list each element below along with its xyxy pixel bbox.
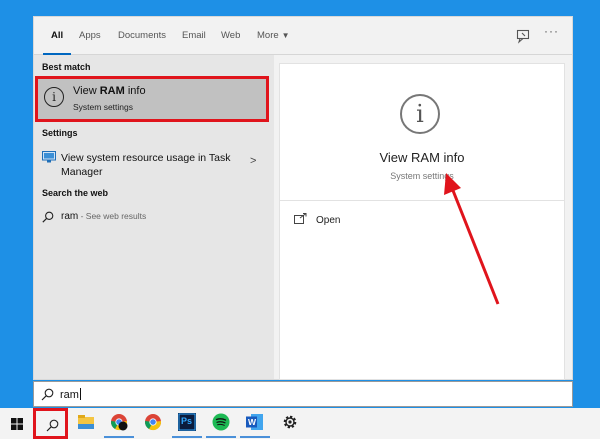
tab-web[interactable]: Web (221, 17, 240, 55)
windows-start-icon (11, 418, 23, 430)
photoshop-label: Ps (181, 416, 193, 426)
web-search-result[interactable]: ram - See web results (34, 208, 274, 228)
open-label: Open (316, 215, 341, 226)
monitor-icon (42, 151, 56, 163)
search-panel: All Apps Documents Email Web More ▼ ··· B… (33, 16, 573, 380)
chrome-icon[interactable] (144, 413, 162, 431)
tab-email[interactable]: Email (182, 17, 206, 55)
web-search-label: ram - See web results (61, 211, 147, 222)
start-button[interactable] (0, 408, 34, 439)
tab-more[interactable]: More ▼ (257, 17, 290, 55)
tab-all[interactable]: All (42, 17, 72, 55)
info-circle-icon: i (44, 87, 64, 107)
detail-subtitle: System settings (390, 171, 454, 181)
chrome-icon[interactable] (104, 413, 134, 438)
settings-result-task-manager[interactable]: View system resource usage in Task Manag… (34, 146, 274, 186)
photoshop-icon[interactable]: Ps (172, 413, 202, 438)
result-detail-pane: i View RAM info System settings Open (279, 63, 565, 380)
word-label: W (248, 417, 257, 427)
chevron-down-icon: ▼ (281, 31, 290, 40)
taskbar-search-button[interactable] (33, 408, 68, 439)
chevron-right-icon[interactable]: > (250, 155, 256, 167)
settings-heading: Settings (42, 128, 78, 138)
settings-icon[interactable] (281, 413, 299, 431)
info-circle-icon: i (400, 94, 440, 134)
divider (280, 200, 564, 201)
search-web-heading: Search the web (42, 188, 109, 198)
tab-more-label: More (257, 30, 279, 41)
search-icon (42, 211, 54, 223)
detail-title: View RAM info (379, 150, 465, 165)
best-match-subtitle: System settings (73, 102, 133, 112)
file-explorer-icon[interactable] (77, 413, 95, 431)
tab-documents[interactable]: Documents (118, 17, 166, 55)
word-icon[interactable]: W (240, 413, 270, 438)
tab-apps[interactable]: Apps (79, 17, 101, 55)
search-input-value: ram (60, 388, 81, 401)
search-icon (46, 419, 59, 432)
spotify-icon[interactable] (206, 413, 236, 438)
open-icon (294, 213, 307, 224)
best-match-title: View RAM info (73, 85, 146, 97)
settings-result-label: View system resource usage in Task Manag… (61, 152, 231, 178)
feedback-icon[interactable] (515, 28, 531, 44)
search-input[interactable]: ram (33, 381, 573, 407)
filter-tabs: All Apps Documents Email Web More ▼ ··· (34, 17, 572, 55)
best-match-heading: Best match (42, 62, 91, 72)
taskbar: Ps W (0, 408, 600, 439)
more-options-icon[interactable]: ··· (544, 24, 559, 38)
search-icon (41, 388, 54, 401)
best-match-result[interactable]: i View RAM info System settings (35, 76, 269, 122)
